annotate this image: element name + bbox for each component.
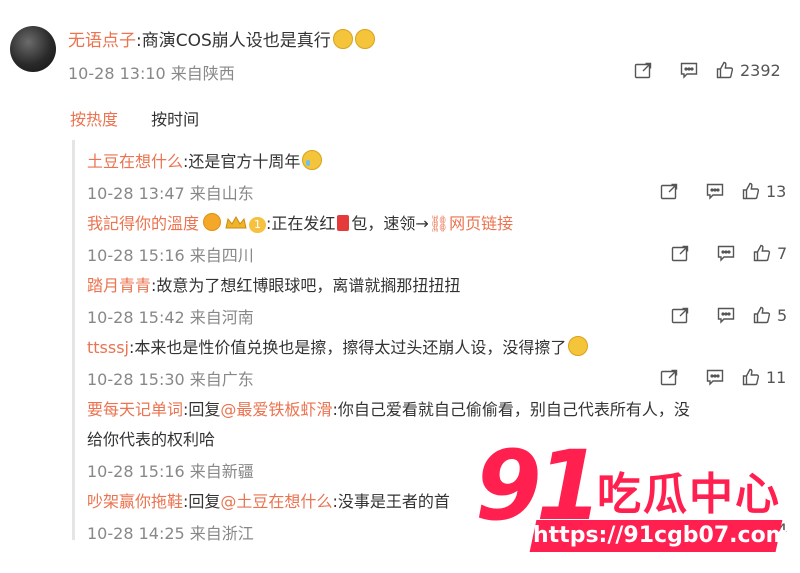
location: 来自广东 [189, 370, 254, 389]
like-icon[interactable] [738, 365, 764, 389]
timestamp: 10-28 15:16 [87, 462, 185, 481]
mention-link[interactable]: @土豆在想什么 [220, 492, 332, 511]
level-badge: 1 [249, 217, 267, 233]
reply-actions: 11 [646, 365, 786, 389]
reply-text: :回复 [183, 492, 221, 511]
watermark: 91 吃瓜中心 https://91cgb07.com [475, 438, 800, 573]
reply-text: :你自己爱看就自己偷偷看，别自己代表所有人，没 [332, 400, 690, 419]
comment-icon[interactable] [692, 365, 738, 389]
share-icon[interactable] [620, 58, 666, 82]
comment-icon[interactable] [703, 241, 749, 265]
reply-actions: 5 [657, 303, 787, 327]
reply-item: 土豆在想什么:还是官方十周年 [87, 148, 323, 172]
location: 来自河南 [189, 308, 254, 327]
location: 来自山东 [189, 184, 254, 203]
timestamp: 10-28 14:25 [87, 524, 185, 543]
like-count: 11 [766, 367, 787, 387]
reply-meta: 10-28 15:42 来自河南 [87, 304, 254, 328]
reply-item: 要每天记单词:回复@最爱铁板虾滑:你自己爱看就自己偷偷看，别自己代表所有人，没 [87, 396, 690, 420]
comment-meta: 10-28 13:10 来自陕西 [68, 60, 235, 84]
share-icon[interactable] [657, 303, 703, 327]
like-count: 2392 [740, 60, 781, 80]
web-link[interactable]: 网页链接 [449, 214, 513, 233]
watermark-url-text: https://91cgb07.com [533, 523, 789, 548]
share-icon[interactable] [646, 179, 692, 203]
verified-badge-icon [203, 213, 222, 231]
reply-meta: 10-28 14:25 来自浙江 [87, 520, 254, 544]
username-link[interactable]: ttsssj [87, 338, 129, 357]
like-count: 7 [777, 243, 788, 263]
like-icon[interactable] [749, 241, 775, 265]
timestamp: 10-28 13:10 [68, 64, 166, 83]
like-count: 13 [766, 181, 787, 201]
avatar[interactable] [10, 26, 56, 72]
crown-icon [225, 216, 247, 229]
comment-panel: 无语点子:商演COS崩人设也是真行 10-28 13:10 来自陕西 2392 … [0, 0, 800, 571]
timestamp: 10-28 13:47 [87, 184, 185, 203]
comment-icon[interactable] [692, 179, 738, 203]
comment-icon[interactable] [703, 303, 749, 327]
like-icon[interactable] [738, 179, 764, 203]
like-icon[interactable] [749, 303, 775, 327]
comment-text: :商演COS崩人设也是真行 [136, 31, 331, 51]
reply-item: 踏月青青:故意为了想红博眼球吧，离谱就搁那扭扭扭 [87, 272, 460, 296]
reply-item: ttsssj:本来也是性价值兑换也是擦，擦得太过头还崩人设，没得擦了 [87, 334, 589, 358]
reply-meta: 10-28 15:30 来自广东 [87, 366, 254, 390]
username-link[interactable]: 我記得你的溫度 [87, 214, 199, 233]
location: 来自浙江 [189, 524, 254, 543]
timestamp: 10-28 15:30 [87, 370, 185, 389]
location: 来自陕西 [170, 64, 235, 83]
location: 来自新疆 [189, 462, 254, 481]
watermark-name: 吃瓜中心 [597, 469, 781, 520]
timestamp: 10-28 15:42 [87, 308, 185, 327]
reply-text: :本来也是性价值兑换也是擦，擦得太过头还崩人设，没得擦了 [129, 338, 567, 357]
reply-text: :还是官方十周年 [183, 152, 301, 171]
username-link[interactable]: 土豆在想什么 [87, 152, 183, 171]
reply-meta: 10-28 15:16 来自新疆 [87, 458, 254, 482]
reply-text: :没事是王者的首 [332, 492, 450, 511]
reply-actions: 13 [646, 179, 786, 203]
mention-link[interactable]: @最爱铁板虾滑 [220, 400, 332, 419]
timestamp: 10-28 15:16 [87, 246, 185, 265]
username-link[interactable]: 踏月青青 [87, 276, 151, 295]
reply-item: 我記得你的溫度 1:正在发红 包，速领→⛓网页链接 [87, 210, 513, 234]
watermark-url: https://91cgb07.com [529, 520, 789, 552]
reply-meta: 10-28 15:16 来自四川 [87, 242, 254, 266]
laugh-cry-emoji-icon [568, 336, 589, 356]
share-icon[interactable] [657, 241, 703, 265]
sort-by-hot-tab[interactable]: 按热度 [70, 110, 118, 129]
like-count: 5 [777, 305, 788, 325]
reply-text: :正在发红 [266, 214, 336, 233]
comment-actions: 2392 [620, 58, 781, 82]
reply-item: 吵架赢你拖鞋:回复@土豆在想什么:没事是王者的首 [87, 488, 450, 512]
reply-meta: 10-28 13:47 来自山东 [87, 180, 254, 204]
laugh-cry-emoji-icon [332, 29, 353, 49]
sort-bar: 按热度 按时间 [70, 106, 199, 130]
like-icon[interactable] [712, 58, 738, 82]
comment-icon[interactable] [666, 58, 712, 82]
sort-by-time-tab[interactable]: 按时间 [151, 110, 199, 129]
reply-text: :故意为了想红博眼球吧，离谱就搁那扭扭扭 [151, 276, 461, 295]
location: 来自四川 [189, 246, 254, 265]
username-link[interactable]: 要每天记单词 [87, 400, 183, 419]
share-icon[interactable] [646, 365, 692, 389]
red-packet-icon [337, 215, 350, 231]
reply-text: :回复 [183, 400, 221, 419]
username-link[interactable]: 吵架赢你拖鞋 [87, 492, 183, 511]
reply-text-continued: 给你代表的权利哈 [87, 430, 216, 449]
laugh-cry-emoji-icon [354, 29, 375, 49]
crying-emoji-icon [302, 150, 323, 170]
username-link[interactable]: 无语点子 [68, 31, 136, 51]
link-icon: ⛓ [428, 214, 450, 233]
comment-line: 无语点子:商演COS崩人设也是真行 [68, 26, 375, 51]
reply-text: 包，速领→ [351, 214, 429, 233]
reply-actions: 7 [657, 241, 787, 265]
